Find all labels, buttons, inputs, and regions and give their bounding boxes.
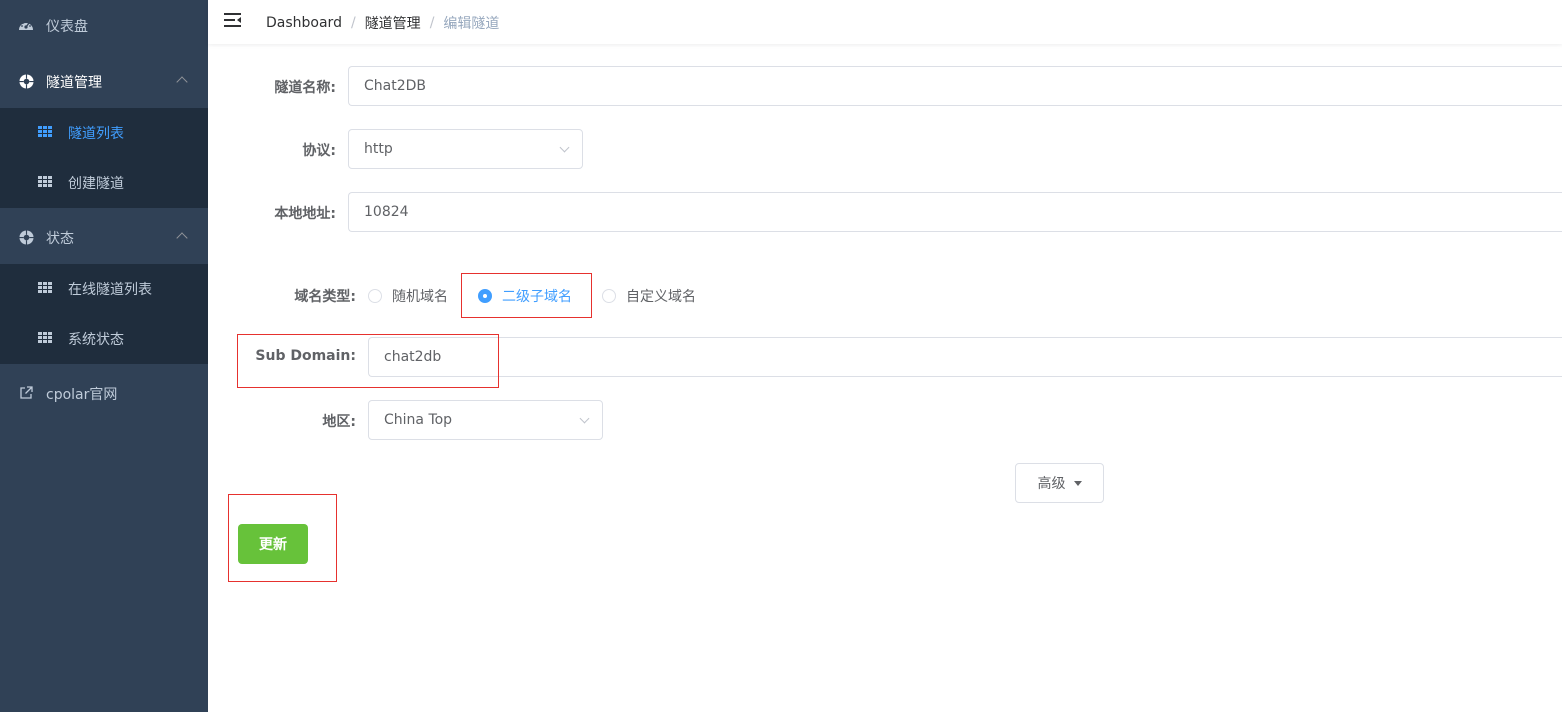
region-label: 地区:: [322, 414, 356, 430]
region-select[interactable]: China Top: [368, 400, 603, 440]
sidebar-item-dashboard[interactable]: 仪表盘: [0, 0, 208, 50]
sidebar-item-status[interactable]: 状态: [0, 212, 208, 262]
sidebar-item-label: 状态: [46, 231, 74, 247]
subdomain-label: Sub Domain:: [255, 348, 356, 364]
table-icon: [38, 332, 52, 345]
chevron-up-icon: [176, 76, 188, 88]
radio-custom-domain[interactable]: 自定义域名: [602, 286, 696, 306]
advanced-button[interactable]: 高级: [1015, 463, 1104, 503]
protocol-value: http: [364, 141, 393, 157]
table-icon: [38, 282, 52, 295]
table-icon: [38, 176, 52, 189]
protocol-select[interactable]: http: [348, 129, 583, 169]
tunnel-name-input[interactable]: Chat2DB: [348, 66, 1562, 106]
chevron-down-icon: [579, 413, 590, 424]
region-value: China Top: [384, 412, 453, 428]
sidebar-item-cpolar-site[interactable]: cpolar官网: [0, 368, 208, 418]
sidebar-item-label: cpolar官网: [46, 387, 118, 403]
sidebar-item-system-status[interactable]: 系统状态: [0, 314, 208, 364]
domain-type-label: 域名类型:: [294, 289, 356, 305]
sidebar-item-label: 系统状态: [68, 332, 124, 348]
radio-circle-icon: [602, 289, 616, 303]
breadcrumb-item-tunnel-management[interactable]: 隧道管理: [365, 13, 421, 33]
tunnel-name-label: 隧道名称:: [274, 80, 336, 96]
radio-checked-icon: [478, 289, 492, 303]
radio-random-domain[interactable]: 随机域名: [368, 286, 448, 306]
sidebar-item-label: 隧道列表: [68, 126, 124, 142]
sidebar-item-label: 隧道管理: [46, 75, 102, 91]
sidebar: 仪表盘 隧道管理 隧道列表 创建隧道 状态 在线隧道列表 系统状态 cpolar…: [0, 0, 208, 712]
subdomain-value: chat2db: [384, 349, 442, 365]
chevron-down-icon: [559, 142, 570, 153]
submenu-tunnel: 隧道列表 创建隧道: [0, 108, 208, 208]
table-icon: [38, 126, 52, 139]
sidebar-item-tunnel-management[interactable]: 隧道管理: [0, 56, 208, 106]
dashboard-icon: [18, 17, 34, 33]
app-root: 仪表盘 隧道管理 隧道列表 创建隧道 状态 在线隧道列表 系统状态 cpolar…: [0, 0, 1562, 712]
breadcrumb: Dashboard / 隧道管理 / 编辑隧道: [266, 13, 500, 33]
breadcrumb-item-dashboard[interactable]: Dashboard: [266, 15, 342, 31]
breadcrumb-item-edit-tunnel: 编辑隧道: [443, 16, 500, 32]
caret-down-icon: [1073, 480, 1082, 486]
sidebar-item-label: 创建隧道: [68, 176, 124, 192]
sidebar-item-online-tunnels[interactable]: 在线隧道列表: [0, 264, 208, 314]
status-icon: [18, 229, 34, 245]
protocol-label: 协议:: [302, 143, 336, 159]
sidebar-item-create-tunnel[interactable]: 创建隧道: [0, 158, 208, 208]
sidebar-item-label: 仪表盘: [46, 19, 88, 35]
radio-circle-icon: [368, 289, 382, 303]
tunnel-icon: [18, 73, 34, 89]
sidebar-item-label: 在线隧道列表: [68, 282, 152, 298]
subdomain-input[interactable]: chat2db: [368, 337, 1562, 377]
local-address-input[interactable]: 10824: [348, 192, 1562, 232]
chevron-up-icon: [176, 232, 188, 244]
local-address-value: 10824: [364, 204, 409, 220]
local-address-label: 本地地址:: [274, 206, 336, 222]
tunnel-name-value: Chat2DB: [364, 78, 427, 94]
menu-toggle-icon[interactable]: [224, 12, 242, 28]
update-button[interactable]: 更新: [238, 524, 308, 564]
navbar: Dashboard / 隧道管理 / 编辑隧道: [208, 0, 1562, 44]
external-link-icon: [18, 385, 34, 401]
sidebar-item-tunnel-list[interactable]: 隧道列表: [0, 108, 208, 158]
submenu-status: 在线隧道列表 系统状态: [0, 264, 208, 364]
radio-subdomain[interactable]: 二级子域名: [478, 286, 572, 306]
